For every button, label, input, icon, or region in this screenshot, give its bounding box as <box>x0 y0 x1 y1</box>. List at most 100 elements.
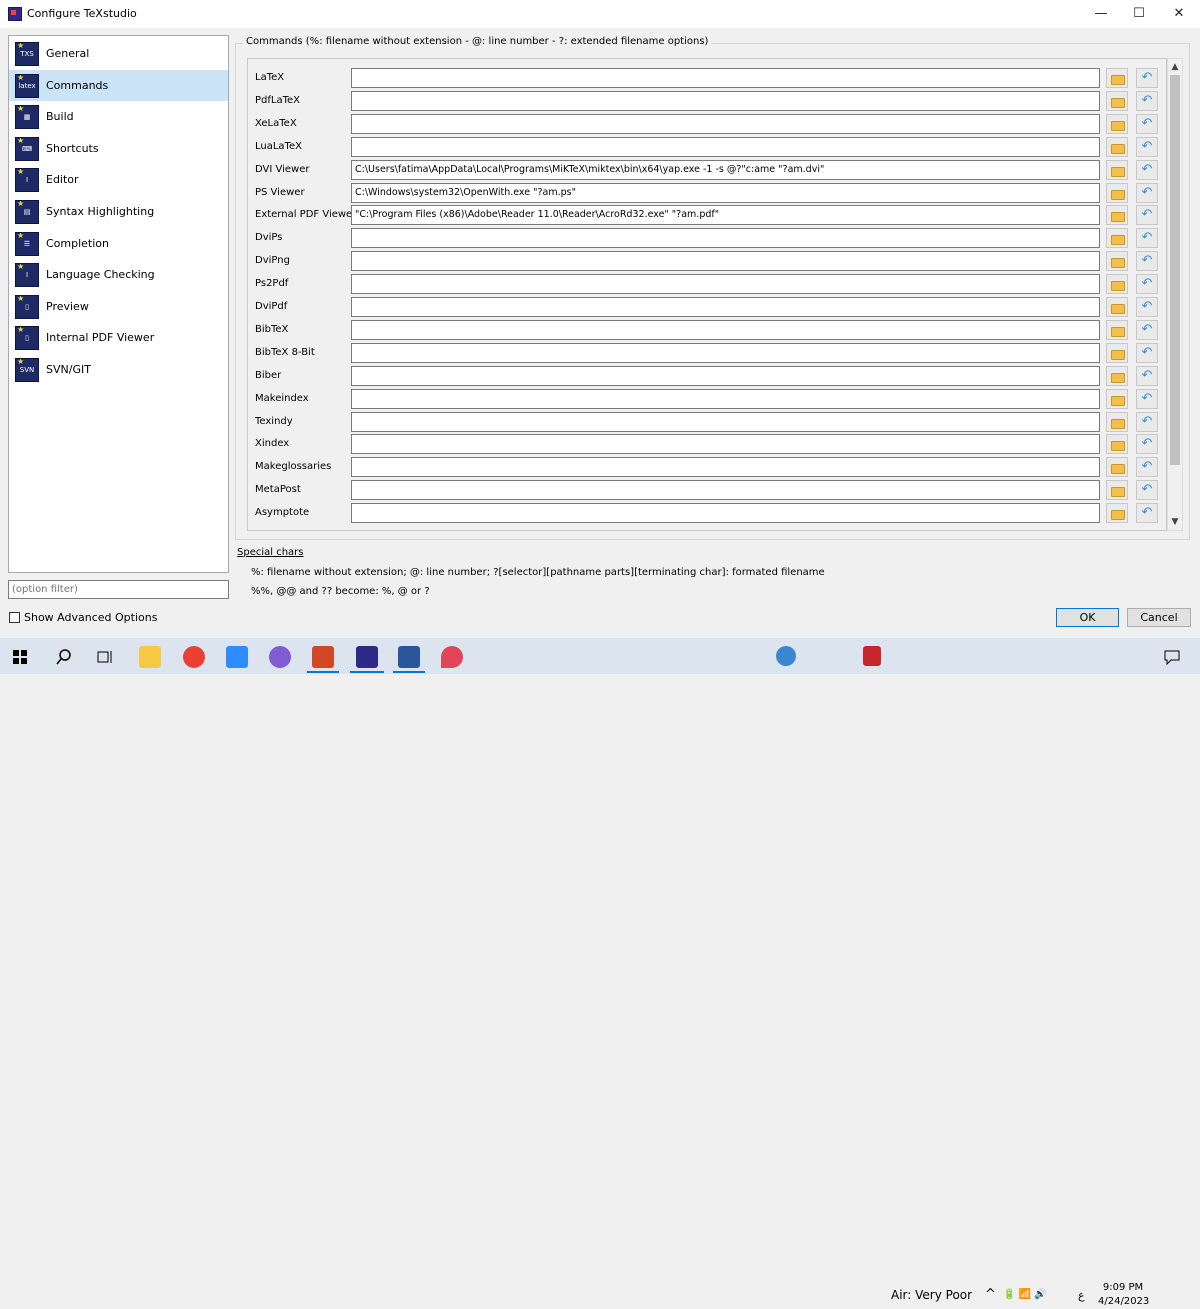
sidebar-item-editor[interactable]: ★ I Editor <box>9 164 228 195</box>
reset-default-icon[interactable]: ↶ <box>1136 274 1158 295</box>
texstudio-taskbar-icon[interactable] <box>356 646 378 668</box>
command-path-input[interactable]: C:\Windows\system32\OpenWith.exe "?am.ps… <box>351 182 1100 203</box>
task-view-icon[interactable] <box>97 649 113 665</box>
reset-default-icon[interactable]: ↶ <box>1136 205 1158 226</box>
browse-folder-icon[interactable] <box>1106 228 1128 249</box>
reset-default-icon[interactable]: ↶ <box>1136 297 1158 317</box>
reset-default-icon[interactable]: ↶ <box>1136 136 1158 157</box>
reset-default-icon[interactable]: ↶ <box>1136 113 1158 134</box>
tray-chevron-icon[interactable]: ^ <box>985 1287 996 1302</box>
command-path-input[interactable] <box>351 503 1100 524</box>
command-path-input[interactable] <box>351 411 1100 432</box>
viber-icon[interactable] <box>269 646 291 668</box>
settings-category-list[interactable]: ★ TXS General ★ latex Commands ★ ▦ Build ★ ⌨ Shortc… <box>8 35 229 573</box>
reset-default-icon[interactable]: ↶ <box>1136 434 1158 455</box>
sidebar-item-internal-pdf-viewer[interactable]: ★ ▯ Internal PDF Viewer <box>9 322 228 353</box>
reset-default-icon[interactable]: ↶ <box>1136 503 1158 524</box>
browse-folder-icon[interactable] <box>1106 297 1128 317</box>
reset-default-icon[interactable]: ↶ <box>1136 411 1158 432</box>
reset-default-icon[interactable]: ↶ <box>1136 90 1158 111</box>
browse-folder-icon[interactable] <box>1106 90 1128 111</box>
sidebar-item-preview[interactable]: ★ ▯ Preview <box>9 291 228 322</box>
sidebar-item-build[interactable]: ★ ▦ Build <box>9 101 228 132</box>
minimize-button[interactable]: — <box>1080 0 1122 28</box>
command-path-input[interactable] <box>351 319 1100 340</box>
command-path-input[interactable]: C:\Users\fatima\AppData\Local\Programs\M… <box>351 159 1100 180</box>
reset-default-icon[interactable]: ↶ <box>1136 251 1158 272</box>
reset-default-icon[interactable]: ↶ <box>1136 388 1158 409</box>
reset-default-icon[interactable]: ↶ <box>1136 342 1158 363</box>
sidebar-item-language-checking[interactable]: ★ I Language Checking <box>9 259 228 290</box>
reset-default-icon[interactable]: ↶ <box>1136 457 1158 478</box>
maximize-button[interactable]: ☐ <box>1118 0 1160 28</box>
browse-folder-icon[interactable] <box>1106 342 1128 363</box>
browse-folder-icon[interactable] <box>1106 182 1128 203</box>
command-path-input[interactable] <box>351 342 1100 363</box>
browse-folder-icon[interactable] <box>1106 113 1128 134</box>
command-path-input[interactable] <box>351 388 1100 409</box>
chrome-icon[interactable] <box>183 646 205 668</box>
command-path-input[interactable] <box>351 434 1100 455</box>
sidebar-item-commands[interactable]: ★ latex Commands <box>9 69 228 101</box>
command-path-input[interactable] <box>351 457 1100 478</box>
command-path-input[interactable]: "C:\Program Files (x86)\Adobe\Reader 11.… <box>351 205 1100 226</box>
browse-folder-icon[interactable] <box>1106 251 1128 272</box>
ok-button[interactable]: OK <box>1056 608 1119 627</box>
zoom-icon[interactable] <box>226 646 248 668</box>
scroll-down-arrow-icon[interactable]: ▼ <box>1168 515 1182 529</box>
sidebar-item-shortcuts[interactable]: ★ ⌨ Shortcuts <box>9 133 228 164</box>
cancel-button[interactable]: Cancel <box>1127 608 1191 627</box>
reset-default-icon[interactable]: ↶ <box>1136 319 1158 340</box>
word-icon[interactable] <box>398 646 420 668</box>
taskbar-clock[interactable]: 9:09 PM 4/24/2023 <box>1098 1281 1149 1309</box>
browse-folder-icon[interactable] <box>1106 159 1128 180</box>
sidebar-item-svn-git[interactable]: ★ SVN SVN/GIT <box>9 354 228 385</box>
reset-default-icon[interactable]: ↶ <box>1136 159 1158 180</box>
show-advanced-options-label[interactable]: Show Advanced Options <box>24 611 157 624</box>
browse-folder-icon[interactable] <box>1106 274 1128 295</box>
browse-folder-icon[interactable] <box>1106 457 1128 478</box>
input-language-indicator[interactable]: ع <box>1078 1289 1085 1302</box>
option-filter-input[interactable] <box>8 580 229 599</box>
air-quality-text[interactable]: Air: Very Poor <box>891 1288 972 1302</box>
browse-folder-icon[interactable] <box>1106 68 1128 88</box>
reset-default-icon[interactable]: ↶ <box>1136 182 1158 203</box>
command-path-input[interactable] <box>351 365 1100 386</box>
close-button[interactable]: ✕ <box>1158 0 1200 28</box>
command-path-input[interactable] <box>351 68 1100 88</box>
browse-folder-icon[interactable] <box>1106 136 1128 157</box>
reset-default-icon[interactable]: ↶ <box>1136 480 1158 501</box>
file-explorer-icon[interactable] <box>139 646 161 668</box>
command-path-input[interactable] <box>351 113 1100 134</box>
powerpoint-icon[interactable] <box>312 646 334 668</box>
scroll-up-arrow-icon[interactable]: ▲ <box>1168 60 1182 74</box>
browse-folder-icon[interactable] <box>1106 365 1128 386</box>
show-advanced-options-checkbox[interactable] <box>9 612 20 623</box>
browse-folder-icon[interactable] <box>1106 205 1128 226</box>
command-path-input[interactable] <box>351 228 1100 249</box>
browse-folder-icon[interactable] <box>1106 480 1128 501</box>
command-path-input[interactable] <box>351 90 1100 111</box>
sidebar-item-completion[interactable]: ★ ☰ Completion <box>9 228 228 259</box>
command-path-input[interactable] <box>351 480 1100 501</box>
browse-folder-icon[interactable] <box>1106 388 1128 409</box>
command-path-input[interactable] <box>351 251 1100 272</box>
notifications-icon[interactable] <box>1164 649 1180 665</box>
reset-default-icon[interactable]: ↶ <box>1136 365 1158 386</box>
command-path-input[interactable] <box>351 136 1100 157</box>
reset-default-icon[interactable]: ↶ <box>1136 228 1158 249</box>
commands-scrollbar[interactable]: ▲ ▼ <box>1167 58 1183 531</box>
sidebar-item-general[interactable]: ★ TXS General <box>9 38 228 69</box>
scrollbar-thumb[interactable] <box>1170 75 1180 465</box>
browse-folder-icon[interactable] <box>1106 503 1128 524</box>
tray-status-icons[interactable]: 🔋 📶 🔊 <box>1003 1289 1047 1300</box>
windows-start-icon[interactable] <box>13 650 27 664</box>
paint-app-icon[interactable] <box>441 646 463 668</box>
sidebar-item-syntax-highlighting[interactable]: ★ ▤ Syntax Highlighting <box>9 196 228 227</box>
browse-folder-icon[interactable] <box>1106 434 1128 455</box>
browse-folder-icon[interactable] <box>1106 411 1128 432</box>
reset-default-icon[interactable]: ↶ <box>1136 68 1158 88</box>
command-path-input[interactable] <box>351 274 1100 295</box>
help-icon[interactable] <box>776 646 796 666</box>
air-quality-icon[interactable] <box>863 646 881 666</box>
